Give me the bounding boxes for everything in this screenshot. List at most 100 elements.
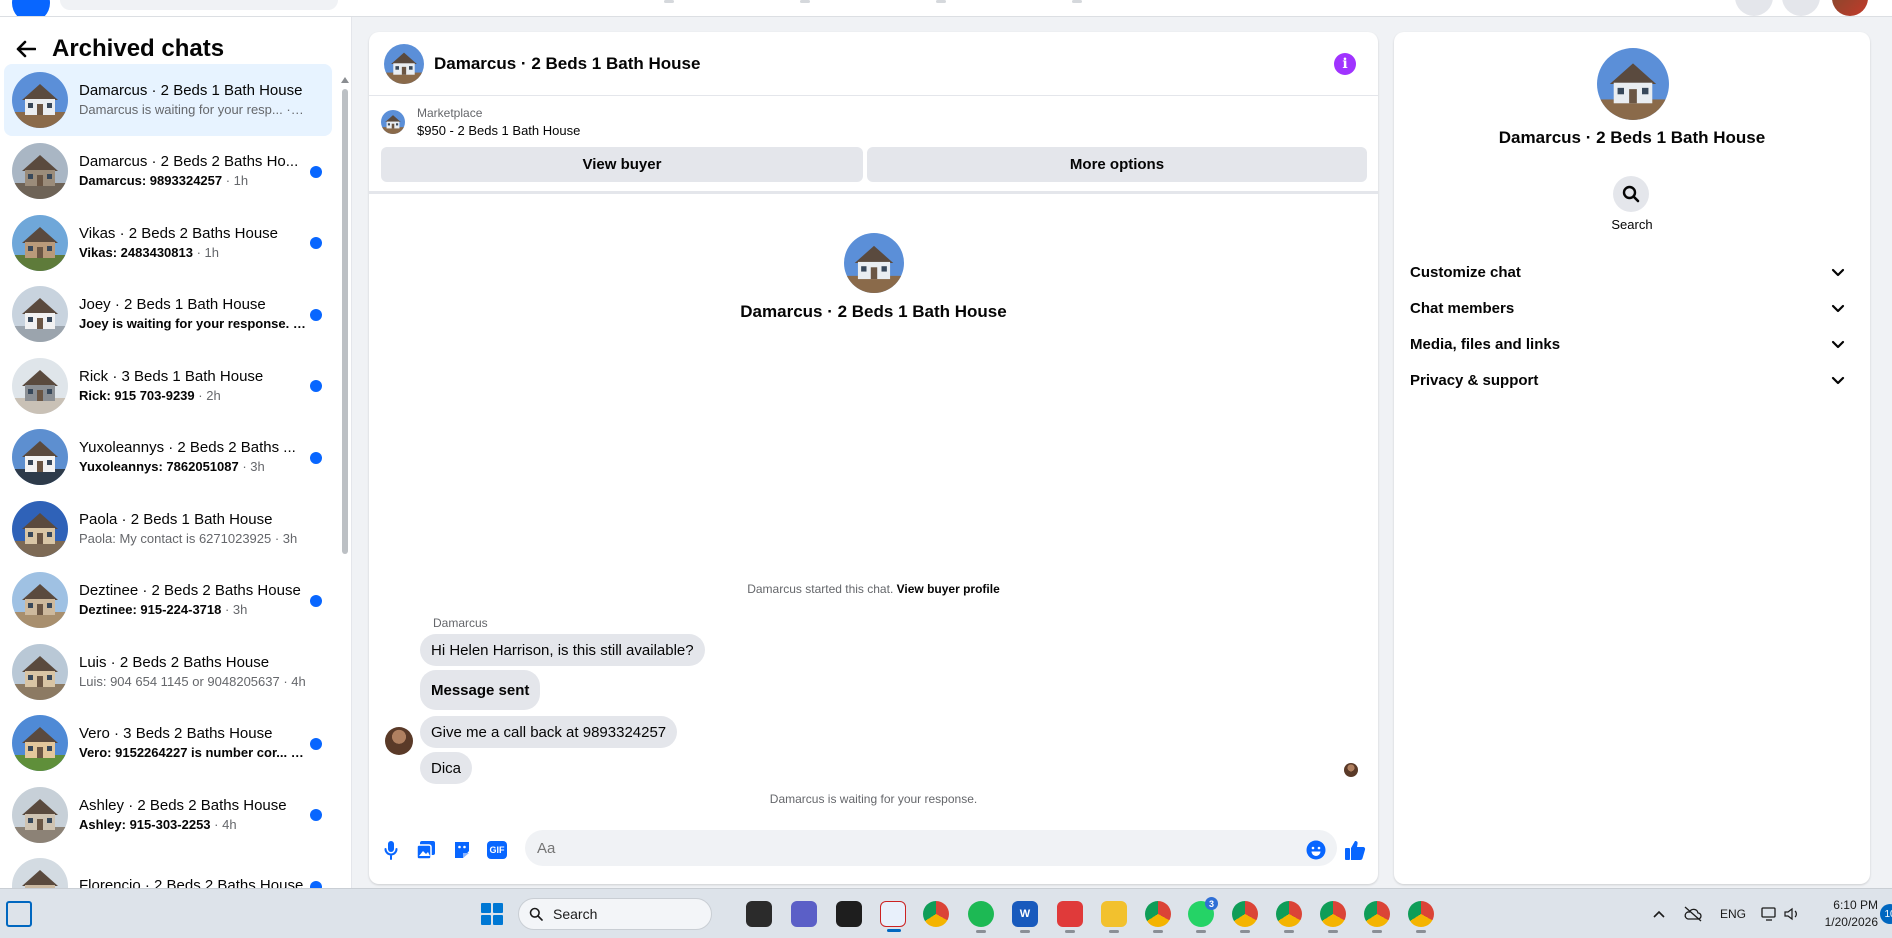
windows-start-icon[interactable]	[481, 903, 503, 925]
chat-list-item[interactable]: Vikas · 2 Beds 2 Baths House Vikas: 24834…	[4, 207, 332, 279]
network-icon[interactable]	[1760, 889, 1778, 938]
chat-list-item[interactable]: Paola · 2 Beds 1 Bath House Paola: My con…	[4, 493, 332, 565]
snipping-tool-icon[interactable]	[880, 901, 906, 932]
whatsapp-icon[interactable]: 3	[1188, 897, 1218, 933]
scrollbar-thumb[interactable]	[342, 89, 348, 554]
info-icon[interactable]: i	[1334, 53, 1356, 75]
messenger-icon[interactable]	[1735, 0, 1773, 16]
language-indicator[interactable]: ENG	[1720, 889, 1746, 938]
message-composer: GIF	[369, 826, 1378, 874]
chat-time: · 4h	[290, 745, 307, 761]
privacy-support-section[interactable]: Privacy & support	[1410, 362, 1860, 398]
chat-header-avatar[interactable]	[384, 43, 424, 84]
onedrive-off-icon[interactable]	[1683, 889, 1703, 938]
like-thumbs-up-icon[interactable]	[1343, 838, 1367, 862]
chat-name: Damarcus · 2 Beds 2 Baths Ho...	[79, 153, 299, 171]
chat-list-item[interactable]: Deztinee · 2 Beds 2 Baths House Deztinee:…	[4, 565, 332, 637]
message-bubble[interactable]: Hi Helen Harrison, is this still availab…	[420, 634, 705, 666]
notification-count-badge[interactable]: 10	[1880, 904, 1892, 924]
system-clock[interactable]: 6:10 PM 1/20/2026	[1810, 897, 1878, 931]
sticker-icon[interactable]	[450, 838, 474, 862]
chrome-profile-icon[interactable]	[1276, 901, 1302, 933]
chat-time: · 1h	[192, 244, 219, 260]
nav-groups-indicator[interactable]	[1072, 0, 1082, 3]
details-avatar[interactable]	[1597, 48, 1669, 120]
message-bubble[interactable]: Message sent	[420, 670, 541, 710]
whatsapp-badge: 3	[1205, 897, 1218, 910]
unread-dot	[310, 237, 322, 249]
facebook-logo-icon[interactable]	[12, 0, 50, 16]
chat-thumbnail	[12, 71, 68, 128]
chat-list: Damarcus · 2 Beds 1 Bath House Damarcus i…	[4, 64, 332, 888]
scroll-up-arrow-icon[interactable]	[341, 77, 349, 83]
message-input[interactable]	[525, 830, 1337, 866]
more-options-button[interactable]: More options	[867, 147, 1367, 182]
taskbar-search[interactable]: Search	[518, 898, 712, 930]
message-bubble[interactable]: Dica	[420, 752, 473, 784]
listing-thumbnail[interactable]	[381, 110, 405, 134]
chat-title[interactable]: Damarcus · 2 Beds 1 Bath House	[434, 54, 700, 74]
chat-list-item[interactable]: Luis · 2 Beds 2 Baths House Luis: 904 654…	[4, 636, 332, 708]
sidebar-scrollbar[interactable]	[340, 77, 349, 567]
view-buyer-profile-link[interactable]: View buyer profile	[897, 582, 1000, 596]
emoji-icon[interactable]	[1304, 838, 1328, 862]
customize-chat-section[interactable]: Customize chat	[1410, 254, 1860, 290]
chrome-profile-icon[interactable]	[1232, 901, 1258, 933]
chat-list-item[interactable]: Vero · 3 Beds 2 Baths House Vero: 9152264…	[4, 708, 332, 780]
sender-avatar[interactable]	[385, 727, 413, 755]
intro-avatar[interactable]	[844, 233, 904, 293]
show-hidden-icons[interactable]	[1652, 889, 1666, 938]
widgets-icon[interactable]	[6, 901, 32, 927]
chat-preview: Vikas: 2483430813 · 1h	[79, 244, 219, 260]
nav-video-indicator[interactable]	[800, 0, 810, 3]
chat-members-section[interactable]: Chat members	[1410, 290, 1860, 326]
chat-preview: Vero: 9152264227 is number cor... · 4h	[79, 744, 307, 762]
word-icon[interactable]: W	[1012, 901, 1038, 933]
chrome-icon[interactable]	[923, 901, 949, 927]
message-area: Damarcus · 2 Beds 1 Bath House Damarcus …	[369, 194, 1378, 822]
chrome-profile-icon[interactable]	[1364, 901, 1390, 933]
photo-icon[interactable]	[414, 838, 438, 862]
chat-list-item[interactable]: Yuxoleannys · 2 Beds 2 Baths ... Yuxolean…	[4, 422, 332, 494]
chat-name: Rick · 3 Beds 1 Bath House	[79, 367, 264, 385]
chat-list-item[interactable]: Florencio · 2 Beds 2 Baths House	[4, 851, 332, 888]
unread-dot	[310, 594, 322, 607]
media-files-links-section[interactable]: Media, files and links	[1410, 326, 1860, 362]
chat-list-item[interactable]: Damarcus · 2 Beds 2 Baths Ho... Damarcus:…	[4, 136, 332, 208]
chat-preview: Ashley: 915-303-2253 · 4h	[79, 816, 237, 832]
teams-chat-icon[interactable]	[791, 901, 817, 927]
nav-marketplace-indicator[interactable]	[936, 0, 946, 3]
message-bubble[interactable]: Give me a call back at 9893324257	[420, 716, 678, 748]
microphone-icon[interactable]	[379, 838, 403, 862]
file-explorer-icon[interactable]	[1101, 901, 1127, 933]
listing-price-title[interactable]: $950 - 2 Beds 1 Bath House	[417, 123, 580, 138]
profile-avatar[interactable]	[1832, 0, 1868, 16]
chevron-down-icon	[1831, 376, 1845, 385]
chat-name: Florencio · 2 Beds 2 Baths House	[79, 877, 304, 888]
chat-sidebar: Archived chats Damarcus · 2 Beds 1 Bath …	[0, 17, 352, 888]
notifications-icon[interactable]	[1782, 0, 1820, 16]
started-text: Damarcus started this chat.	[747, 582, 894, 596]
task-view-icon[interactable]	[746, 901, 772, 927]
back-arrow-icon[interactable]	[12, 35, 40, 63]
nav-home-indicator[interactable]	[664, 0, 674, 3]
chrome-profile-icon[interactable]	[1320, 901, 1346, 933]
chrome-profile-icon[interactable]	[1408, 901, 1434, 933]
search-in-chat-button[interactable]	[1613, 176, 1649, 212]
chat-thumbnail	[12, 572, 68, 629]
gif-icon[interactable]: GIF	[485, 838, 509, 862]
anydesk-icon[interactable]	[1057, 901, 1083, 933]
facebook-search-input[interactable]	[60, 0, 338, 10]
chat-thumbnail	[12, 858, 68, 888]
chat-list-item[interactable]: Ashley · 2 Beds 2 Baths House Ashley: 915…	[4, 779, 332, 851]
chat-list-item[interactable]: Rick · 3 Beds 1 Bath House Rick: 915 703-…	[4, 350, 332, 422]
chat-time: · 3h	[271, 530, 298, 546]
chrome-profile-icon[interactable]	[1145, 901, 1171, 933]
chat-list-item[interactable]: Joey · 2 Beds 1 Bath House Joey is waitin…	[4, 279, 332, 351]
volume-icon[interactable]	[1783, 889, 1801, 938]
sidebar-title: Archived chats	[52, 35, 225, 62]
spotify-icon[interactable]	[968, 901, 994, 933]
sticky-notes-icon[interactable]	[836, 901, 862, 927]
chat-list-item[interactable]: Damarcus · 2 Beds 1 Bath House Damarcus i…	[4, 64, 332, 136]
view-buyer-button[interactable]: View buyer	[381, 147, 863, 182]
